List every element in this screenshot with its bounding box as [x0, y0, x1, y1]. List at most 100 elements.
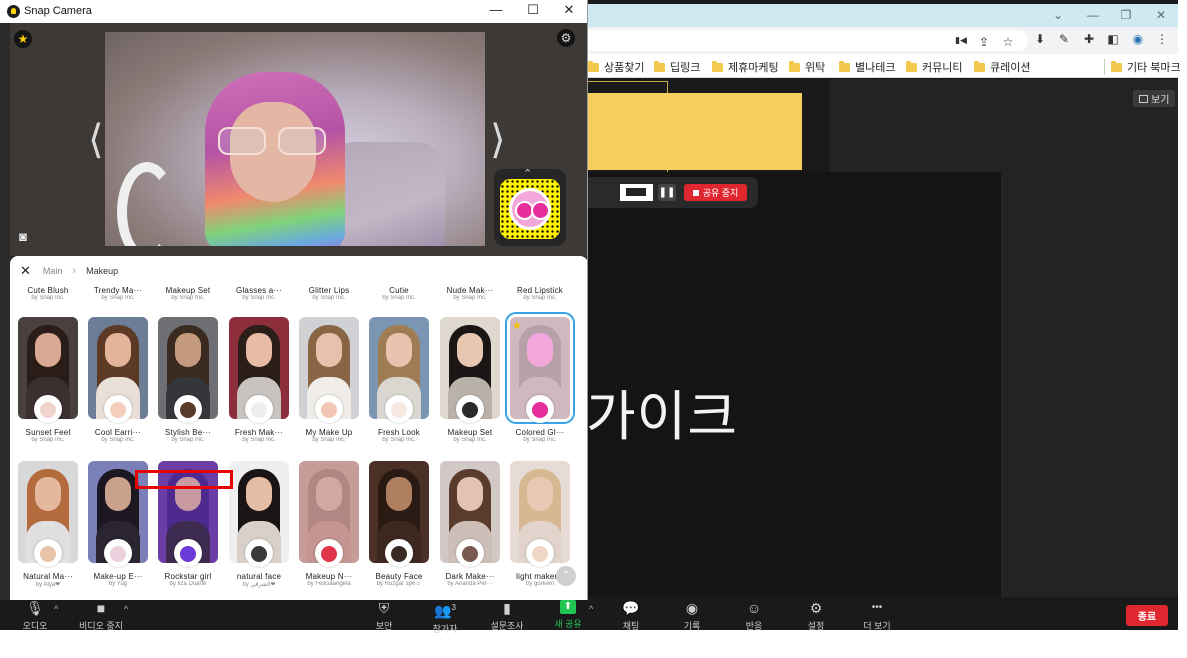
- bookmark-folder[interactable]: 커뮤니티: [906, 59, 962, 75]
- chat-button[interactable]: 💬 채팅: [596, 597, 666, 631]
- lens-creator: by Snap Inc.: [523, 295, 557, 301]
- lens-name: My Make Up: [305, 428, 353, 437]
- side-panel-icon[interactable]: ◧: [1105, 32, 1121, 46]
- close-button[interactable]: ✕: [557, 2, 581, 20]
- extensions-icon[interactable]: ✚: [1081, 32, 1097, 46]
- lens-item[interactable]: Glitter Lips by Snap Inc.: [294, 286, 364, 301]
- bookmark-folder[interactable]: 딥링크: [654, 59, 700, 75]
- lens-item[interactable]: Red Lipstick by Snap Inc.: [505, 286, 575, 301]
- grid-icon: [1139, 94, 1148, 103]
- lens-creator: by Ruzgar spe☺: [376, 581, 422, 587]
- other-bookmarks[interactable]: 기타 북마크: [1104, 59, 1181, 75]
- bookmark-folder[interactable]: 상품찾기: [588, 59, 644, 75]
- stop-share-button[interactable]: 공유 중지: [684, 184, 747, 201]
- cast-icon[interactable]: ▮◀: [950, 35, 972, 46]
- video-options-chevron-icon[interactable]: ^: [124, 604, 128, 614]
- lens-creator: by Snap Inc.: [242, 437, 276, 443]
- bookmark-star-icon[interactable]: ☆: [1000, 35, 1016, 49]
- lens-name: natural face: [236, 572, 282, 581]
- lens-creator: by Snap Inc.: [31, 437, 65, 443]
- folder-icon: [588, 60, 599, 72]
- lens-creator: by Snap Inc.: [523, 437, 557, 443]
- lens-name: Makeup Set: [447, 428, 493, 437]
- breadcrumb-main[interactable]: Main: [43, 266, 63, 276]
- record-button[interactable]: ◉ 기록: [657, 597, 727, 631]
- lens-item[interactable]: Beauty Face by Ruzgar spe☺: [369, 461, 439, 593]
- lens-item[interactable]: Stylish Be··· by Snap Inc.: [158, 317, 228, 449]
- polls-button[interactable]: ▮ 설문조사: [472, 597, 542, 631]
- lens-item[interactable]: Cute Blush by Snap Inc.: [13, 286, 83, 301]
- menu-icon[interactable]: ⋮: [1154, 32, 1170, 46]
- lens-item[interactable]: Makeup Set by Snap Inc.: [153, 286, 223, 301]
- lens-name: Natural Ma···: [23, 572, 73, 581]
- lens-item[interactable]: Fresh Look by Snap Inc.: [369, 317, 439, 449]
- bookmark-folder[interactable]: 큐레이션: [974, 59, 1030, 75]
- settings-button[interactable]: ⚙ 설정: [781, 597, 851, 631]
- more-button[interactable]: ••• 더 보기: [842, 597, 912, 631]
- lens-name: Nude Mak···: [446, 286, 494, 295]
- screen: ⌄ — ❐ ✕ ▮◀ ⇪ ☆ ⬇ ✎ ✚ ◧ ◉ ⋮ 상품찾기 딥링크 제휴마케…: [0, 0, 1187, 658]
- snapcode-button[interactable]: ⌃: [494, 168, 566, 246]
- breadcrumb-current: Makeup: [86, 266, 119, 276]
- lens-icon: [315, 395, 343, 423]
- tab-search-icon[interactable]: ⌄: [1048, 8, 1068, 22]
- maximize-button[interactable]: ☐: [521, 2, 545, 20]
- share-icon[interactable]: ⇪: [976, 35, 992, 49]
- lens-icon: [526, 539, 554, 567]
- lens-creator: by Snap Inc.: [382, 295, 416, 301]
- screenshot-camera-icon[interactable]: ◙: [13, 228, 33, 246]
- lens-item[interactable]: Cutie by Snap Inc.: [364, 286, 434, 301]
- lens-icon: [509, 188, 551, 230]
- lens-item[interactable]: Glasses a··· by Snap Inc.: [224, 286, 294, 301]
- lens-item[interactable]: Trendy Ma··· by Snap Inc.: [83, 286, 153, 301]
- download-icon[interactable]: ⬇: [1032, 32, 1048, 46]
- address-bar[interactable]: ▮◀ ⇪ ☆: [588, 30, 1028, 51]
- security-button[interactable]: ⛨ 보안: [349, 597, 419, 631]
- bookmark-folder[interactable]: 위탁: [789, 59, 825, 75]
- lens-name: Makeup Set: [165, 286, 211, 295]
- lens-item[interactable]: My Make Up by Snap Inc.: [299, 317, 369, 449]
- audio-button[interactable]: 🎙 오디오: [0, 597, 70, 631]
- lens-item-selected[interactable]: ★ Colored Gl··· by Snap Inc.: [505, 312, 580, 449]
- minimize-icon[interactable]: —: [1083, 8, 1103, 22]
- scroll-to-top-icon[interactable]: ⌃: [556, 566, 576, 586]
- close-icon[interactable]: ✕: [1151, 8, 1171, 22]
- lens-item[interactable]: Cool Earri··· by Snap Inc.: [88, 317, 158, 449]
- share-thumbnail[interactable]: [620, 184, 653, 201]
- view-button[interactable]: 보기: [1133, 90, 1176, 107]
- profile-avatar-icon[interactable]: ◉: [1130, 32, 1146, 46]
- share-options-chevron-icon[interactable]: ^: [589, 604, 593, 614]
- end-meeting-button[interactable]: 종료: [1126, 605, 1168, 626]
- lens-name: Cutie: [389, 286, 409, 295]
- reactions-button[interactable]: ☺ 반응: [719, 597, 789, 631]
- bookmark-folder[interactable]: 별나테크: [839, 59, 895, 75]
- lens-item[interactable]: Makeup N··· by Feliciaangela: [299, 461, 369, 593]
- lens-item[interactable]: natural face by الشرقي❤: [229, 461, 299, 593]
- pen-icon[interactable]: ✎: [1056, 32, 1072, 46]
- bookmark-folder[interactable]: 제휴마케팅: [712, 59, 779, 75]
- close-lens-browser-icon[interactable]: ✕: [20, 263, 31, 279]
- ring-light: [117, 162, 177, 246]
- lens-name: Glasses a···: [236, 286, 282, 295]
- favorites-star-icon[interactable]: ★: [14, 30, 32, 48]
- lens-item[interactable]: Fresh Mak··· by Snap Inc.: [229, 317, 299, 449]
- previous-lens-arrow-icon[interactable]: ⟨: [88, 120, 104, 160]
- lens-icon: [104, 395, 132, 423]
- lens-item[interactable]: Sunset Feel by Snap Inc.: [18, 317, 88, 449]
- settings-gear-icon[interactable]: ⚙: [557, 29, 575, 47]
- lens-name: Stylish Be···: [164, 428, 212, 437]
- next-lens-arrow-icon[interactable]: ⟩: [490, 120, 506, 160]
- pause-share-button[interactable]: ❚❚: [658, 184, 676, 201]
- chevron-right-icon: ›: [72, 265, 77, 277]
- bar-chart-icon: ▮: [503, 600, 511, 616]
- lens-item[interactable]: Dark Make··· by Ananda Per···: [440, 461, 510, 593]
- shared-yellow-banner: [586, 93, 802, 170]
- audio-options-chevron-icon[interactable]: ^: [54, 604, 58, 614]
- restore-icon[interactable]: ❐: [1116, 8, 1136, 22]
- folder-icon: [1111, 60, 1122, 72]
- lens-item[interactable]: Makeup Set by Snap Inc.: [440, 317, 510, 449]
- minimize-button[interactable]: —: [484, 2, 508, 20]
- lens-item[interactable]: Natural Ma··· by Alya❤: [18, 461, 88, 593]
- lens-item[interactable]: Nude Mak··· by Snap Inc.: [435, 286, 505, 301]
- participants-button[interactable]: 👥3 참가자: [410, 597, 480, 634]
